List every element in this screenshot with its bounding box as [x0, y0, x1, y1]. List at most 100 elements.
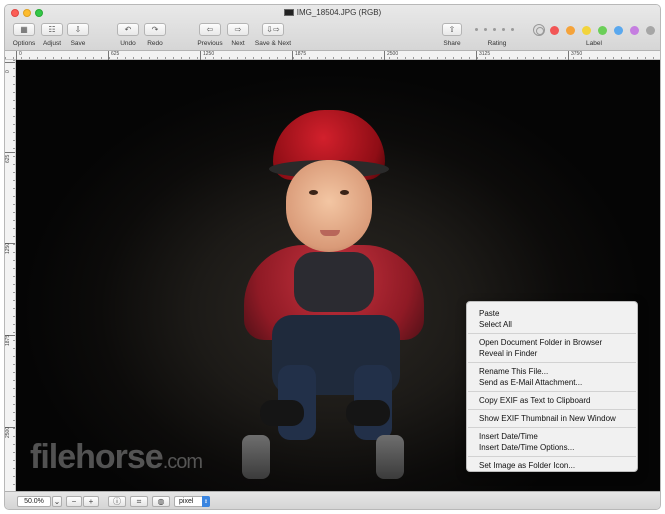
menu-item-show-exif-thumbnail[interactable]: Show EXIF Thumbnail in New Window [479, 414, 616, 423]
info-icon: ⓘ [113, 496, 121, 506]
menu-separator [468, 456, 636, 457]
label-color-swatch[interactable] [598, 26, 607, 35]
save-button[interactable]: ⇩ [67, 23, 89, 36]
ruler-tick: 1875 [292, 51, 306, 60]
unit-select[interactable]: pixel ⇕ [174, 496, 210, 507]
watermark: filehorse.com [30, 438, 203, 477]
photo-skate-left [242, 435, 270, 479]
zoom-out-button[interactable]: − [66, 496, 82, 507]
rating-control[interactable] [475, 28, 514, 31]
vertical-ruler: 0 625 1250 1875 2500 [5, 60, 16, 491]
label-label: Label [586, 40, 602, 47]
save-next-button[interactable]: ⇩⇨ [262, 23, 284, 36]
chevron-down-icon: ⌄ [53, 496, 61, 506]
rating-label: Rating [487, 40, 507, 47]
menu-separator [468, 409, 636, 410]
ruler-tick: 1250 [5, 243, 15, 254]
save-next-label: Save & Next [254, 40, 292, 47]
watermark-text: filehorse [30, 438, 164, 476]
ruler-tick: 2500 [5, 426, 15, 438]
arrow-right-icon: ⇨ [234, 24, 242, 34]
zoom-field[interactable]: 50.0% [17, 496, 51, 507]
ruler-tick-label: 0 [5, 70, 11, 73]
label-color-swatch[interactable] [582, 26, 591, 35]
share-icon: ⇧ [448, 24, 456, 34]
unit-select-value: pixel [179, 498, 194, 505]
ruler-tick-label: 625 [5, 154, 11, 163]
crop-button[interactable]: ⌗ [130, 496, 148, 507]
document-icon [283, 9, 294, 16]
status-bar: 50.0% ⌄ − + ⓘ ⌗ ◍ pixel ⇕ [5, 491, 660, 509]
menu-separator [468, 362, 636, 363]
options-label: Options [12, 40, 36, 47]
zoom-in-button[interactable]: + [83, 496, 99, 507]
info-button[interactable]: ⓘ [108, 496, 126, 507]
label-color-swatch[interactable] [614, 26, 623, 35]
context-menu: Paste Select All Open Document Folder in… [466, 301, 638, 472]
window-title: IMG_18504.JPG (RGB) [5, 8, 660, 17]
globe-icon: ◍ [157, 496, 165, 506]
next-button[interactable]: ⇨ [227, 23, 249, 36]
menu-item-rename-file[interactable]: Rename This File... [479, 367, 548, 376]
options-icon: ▦ [20, 24, 28, 34]
minus-icon: − [71, 496, 77, 506]
menu-item-copy-exif[interactable]: Copy EXIF as Text to Clipboard [479, 396, 590, 405]
menu-item-paste[interactable]: Paste [479, 309, 499, 318]
adjust-button[interactable]: ☷ [41, 23, 63, 36]
menu-item-select-all[interactable]: Select All [479, 320, 512, 329]
label-color-swatch[interactable] [646, 26, 655, 35]
window-title-text: IMG_18504.JPG (RGB) [296, 8, 382, 17]
rating-star-1[interactable] [475, 28, 478, 31]
undo-button[interactable]: ↶ [117, 23, 139, 36]
ruler-tick: 0 [16, 51, 22, 60]
rating-star-3[interactable] [493, 28, 496, 31]
menu-item-send-email-attachment[interactable]: Send as E-Mail Attachment... [479, 378, 582, 387]
horizontal-ruler: 0 625 1250 1875 2500 3125 3750 [5, 51, 660, 60]
ruler-tick: 625 [108, 51, 119, 60]
label-color-swatch[interactable] [550, 26, 559, 35]
adjust-icon: ☷ [48, 24, 56, 34]
previous-label: Previous [197, 40, 223, 47]
save-label: Save [70, 40, 86, 47]
undo-label: Undo [120, 40, 136, 47]
previous-button[interactable]: ⇦ [199, 23, 221, 36]
menu-item-open-document-folder[interactable]: Open Document Folder in Browser [479, 338, 602, 347]
ruler-tick: 625 [5, 152, 15, 163]
plus-icon: + [88, 496, 94, 506]
options-button[interactable]: ▦ [13, 23, 35, 36]
photo-mouth [320, 230, 340, 236]
rating-star-2[interactable] [484, 28, 487, 31]
rating-star-5[interactable] [511, 28, 514, 31]
undo-icon: ↶ [124, 24, 132, 34]
ruler-tick: 1250 [200, 51, 214, 60]
ruler-tick: 3125 [476, 51, 490, 60]
photo-skate-right [376, 435, 404, 479]
watermark-suffix: .com [162, 451, 203, 473]
menu-item-set-folder-icon[interactable]: Set Image as Folder Icon... [479, 461, 575, 470]
zoom-dropdown-button[interactable]: ⌄ [52, 496, 62, 507]
save-icon: ⇩ [74, 24, 82, 34]
redo-button[interactable]: ↷ [144, 23, 166, 36]
menu-separator [468, 427, 636, 428]
ruler-tick: 0 [5, 62, 15, 73]
ruler-tick-label: 2500 [5, 426, 11, 438]
menu-item-insert-date-time-options[interactable]: Insert Date/Time Options... [479, 443, 574, 452]
arrow-left-icon: ⇦ [206, 24, 214, 34]
updown-arrow-icon: ⇕ [202, 496, 210, 507]
share-label: Share [443, 40, 461, 47]
toolbar: IMG_18504.JPG (RGB) ▦ Options ☷ Adjust ⇩… [5, 5, 660, 51]
menu-separator [468, 391, 636, 392]
no-label-button[interactable] [533, 24, 545, 36]
rating-star-4[interactable] [502, 28, 505, 31]
ruler-tick: 1875 [5, 335, 15, 346]
label-color-swatch[interactable] [630, 26, 639, 35]
share-button[interactable]: ⇧ [442, 23, 462, 36]
menu-item-reveal-in-finder[interactable]: Reveal in Finder [479, 349, 537, 358]
photo-jacket-panel [294, 252, 374, 312]
label-color-swatch[interactable] [566, 26, 575, 35]
photo-eye-right [340, 190, 349, 195]
menu-item-insert-date-time[interactable]: Insert Date/Time [479, 432, 538, 441]
ruler-tick: 2500 [384, 51, 398, 60]
save-next-icon: ⇩⇨ [266, 24, 280, 34]
globe-button[interactable]: ◍ [152, 496, 170, 507]
